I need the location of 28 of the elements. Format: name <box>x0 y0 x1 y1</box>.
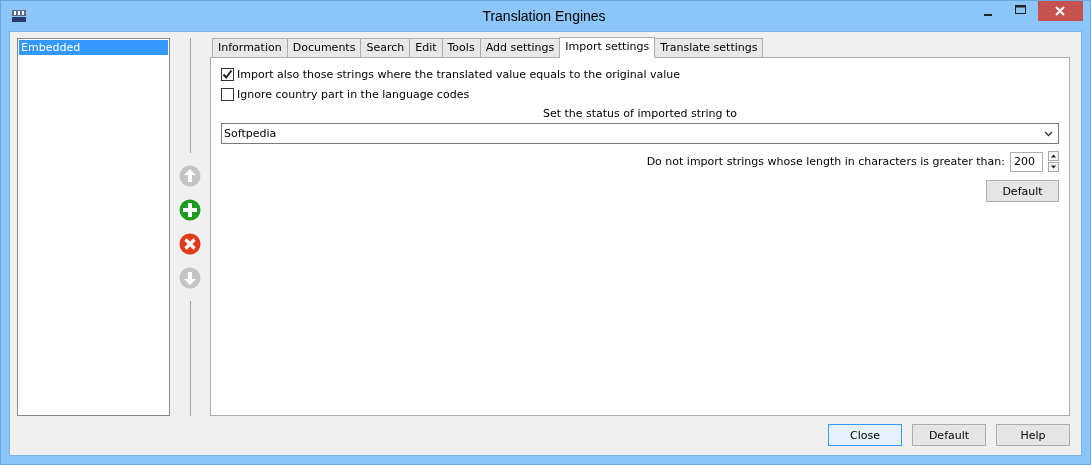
default-button[interactable]: Default <box>986 180 1059 202</box>
tab[interactable]: Information <box>212 38 288 57</box>
tab[interactable]: Search <box>360 38 411 57</box>
spin-up-icon[interactable] <box>1048 151 1059 161</box>
checkbox-label: Import also those strings where the translated value equals to the original value <box>237 68 681 81</box>
length-label: Do not import strings whose length in characters is greater than: <box>646 155 1005 168</box>
caret-icon <box>1044 130 1053 137</box>
tab[interactable]: Import settings <box>559 37 656 58</box>
dialog-button[interactable]: Help <box>996 424 1070 446</box>
delete-icon[interactable] <box>179 233 201 255</box>
dialog-button[interactable]: Default <box>912 424 986 446</box>
status-label: Set the status of imported string to <box>542 107 738 120</box>
checkbox-label: Ignore country part in the language codes <box>237 88 470 101</box>
spin-down-icon[interactable] <box>1048 162 1059 172</box>
dialog-button[interactable]: Close <box>828 424 902 446</box>
checkbox[interactable] <box>221 88 234 101</box>
tab[interactable]: Documents <box>286 38 362 57</box>
tab[interactable]: Add settings <box>479 38 561 57</box>
status-dropdown[interactable]: Softpedia <box>221 123 1059 144</box>
tab[interactable]: Edit <box>409 38 443 57</box>
add-icon[interactable] <box>179 199 201 221</box>
close-icon[interactable] <box>1038 1 1083 21</box>
tab[interactable]: Translate settings <box>654 38 764 57</box>
window-title: Translation Engines <box>481 8 607 24</box>
app-icon <box>12 10 26 22</box>
tab[interactable]: Tools <box>441 38 481 57</box>
checkbox[interactable] <box>221 68 234 81</box>
length-field[interactable]: 200 <box>1010 151 1043 172</box>
